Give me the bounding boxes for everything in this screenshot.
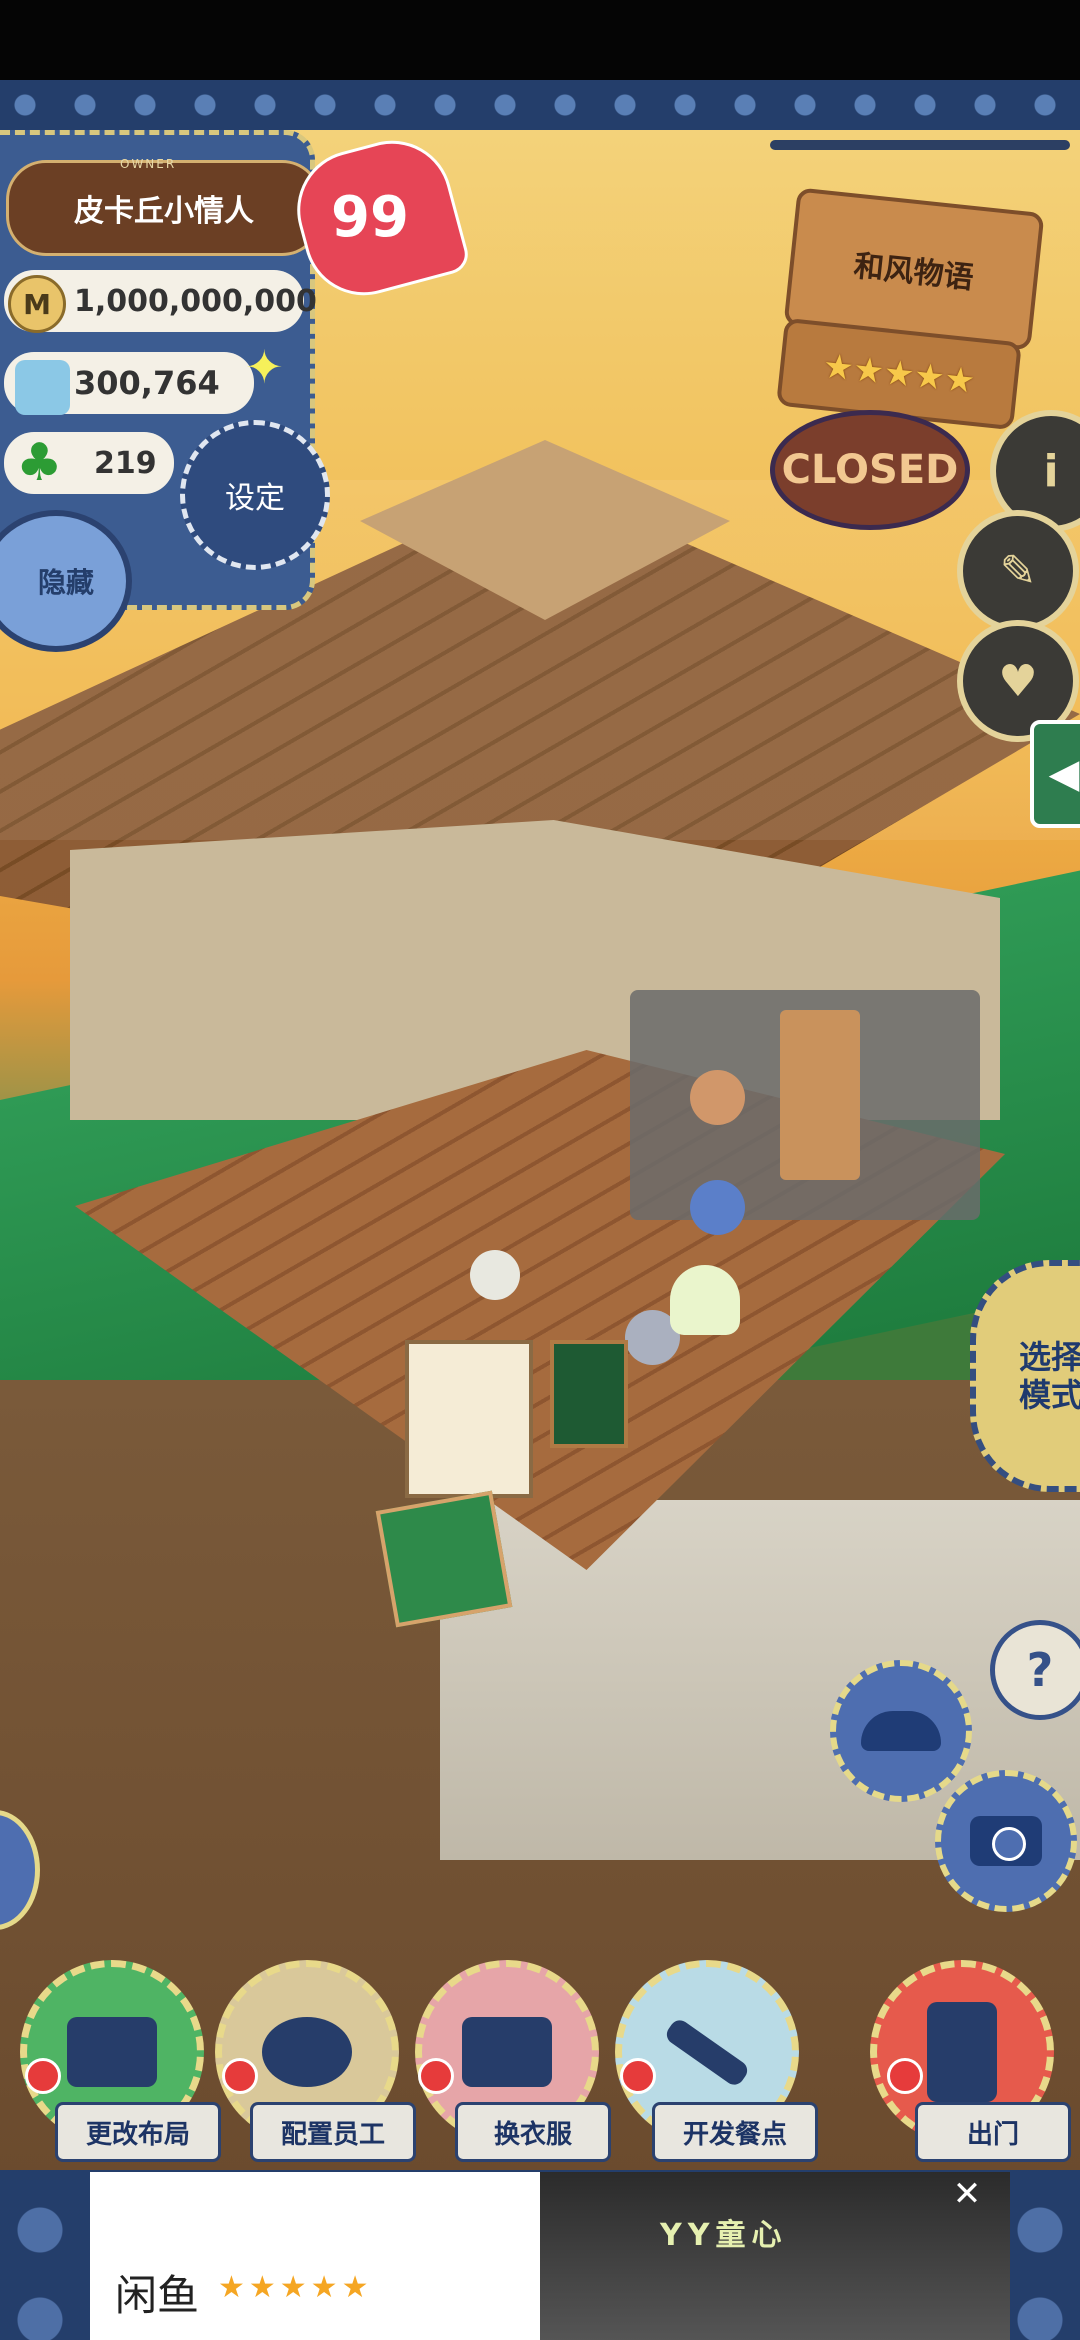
info-icon: i (1043, 445, 1059, 497)
notification-pin-icon (887, 2058, 923, 2094)
assign-staff-label[interactable]: 配置员工 (250, 2102, 416, 2162)
clover-icon: ♣ (16, 433, 63, 493)
bear-head-icon (262, 2017, 352, 2087)
star-border-top (0, 80, 1080, 130)
mode-label-2: 模式 (1018, 1376, 1080, 1414)
shaved-ice-decoration[interactable] (670, 1265, 740, 1335)
level-value: 99 (331, 185, 409, 250)
chevron-left-icon: ◀ (1048, 751, 1080, 797)
settings-button[interactable]: 设定 (180, 420, 330, 570)
coin-icon: M (8, 275, 66, 333)
rating-stars-icon: ★★★★★ (821, 346, 977, 402)
fridge[interactable] (780, 1010, 860, 1180)
shop-status: CLOSED (781, 447, 959, 493)
close-icon[interactable]: ✕ (948, 2175, 986, 2213)
tshirt-icon (462, 2017, 552, 2087)
camera-button[interactable] (935, 1770, 1077, 1912)
sparkle-icon: ✦ (245, 340, 284, 394)
ad-rating-stars: ★★★★★ (218, 2270, 373, 2305)
notification-pin-icon (25, 2058, 61, 2094)
ad-title[interactable]: 闲鱼 (115, 2262, 199, 2323)
hat-icon (861, 1711, 941, 1751)
go-out-label[interactable]: 出门 (915, 2102, 1071, 2162)
ice-value: 300,764 (74, 364, 220, 402)
heart-bubble-icon: ♥ (998, 655, 1038, 707)
clover-value: 219 (94, 445, 157, 481)
money-value: 1,000,000,000 (74, 283, 317, 319)
lawn-sign[interactable] (375, 1490, 513, 1628)
bear-staff-brown[interactable] (690, 1070, 745, 1125)
menu-chalkboard[interactable] (550, 1340, 628, 1448)
notification-pin-icon (418, 2058, 454, 2094)
ad-brand: YY童心 (660, 2218, 788, 2253)
book-icon: ✎ (999, 545, 1037, 597)
question-icon: ? (1026, 1643, 1054, 1697)
owner-label: OWNER (120, 157, 177, 171)
status-bar-area (0, 0, 1080, 80)
open-closed-toggle[interactable]: CLOSED (770, 410, 970, 530)
settings-label: 设定 (225, 481, 285, 516)
shoji-door[interactable] (405, 1340, 533, 1498)
hat-button[interactable] (830, 1660, 972, 1802)
owner-name: 皮卡丘小情人 (74, 194, 254, 229)
develop-menu-label[interactable]: 开发餐点 (652, 2102, 818, 2162)
notification-pin-icon (620, 2058, 656, 2094)
camera-icon (970, 1816, 1042, 1866)
bear-staff-blue[interactable] (690, 1180, 745, 1235)
change-layout-label[interactable]: 更改布局 (55, 2102, 221, 2162)
door-icon (927, 2002, 997, 2102)
help-button[interactable]: ? (990, 1620, 1080, 1720)
shop-name: 和风物语 (852, 248, 976, 297)
table-icon (67, 2017, 157, 2087)
change-clothes-label[interactable]: 换衣服 (455, 2102, 611, 2162)
knife-icon (662, 2015, 752, 2089)
sign-bracket (770, 140, 1070, 150)
select-mode-button[interactable]: 选择 模式 (970, 1260, 1080, 1492)
ice-basket-icon (15, 360, 70, 415)
hide-label: 隐藏 (37, 566, 94, 599)
mode-label-1: 选择 (1018, 1338, 1080, 1376)
notification-pin-icon (222, 2058, 258, 2094)
owner-name-board[interactable]: 皮卡丘小情人 (6, 160, 322, 256)
ad-image[interactable] (540, 2172, 1010, 2340)
bear-chef-white[interactable] (470, 1250, 520, 1300)
recipe-book-button[interactable]: ✎ (957, 510, 1079, 632)
scroll-left-button[interactable]: ◀ (1030, 720, 1080, 828)
